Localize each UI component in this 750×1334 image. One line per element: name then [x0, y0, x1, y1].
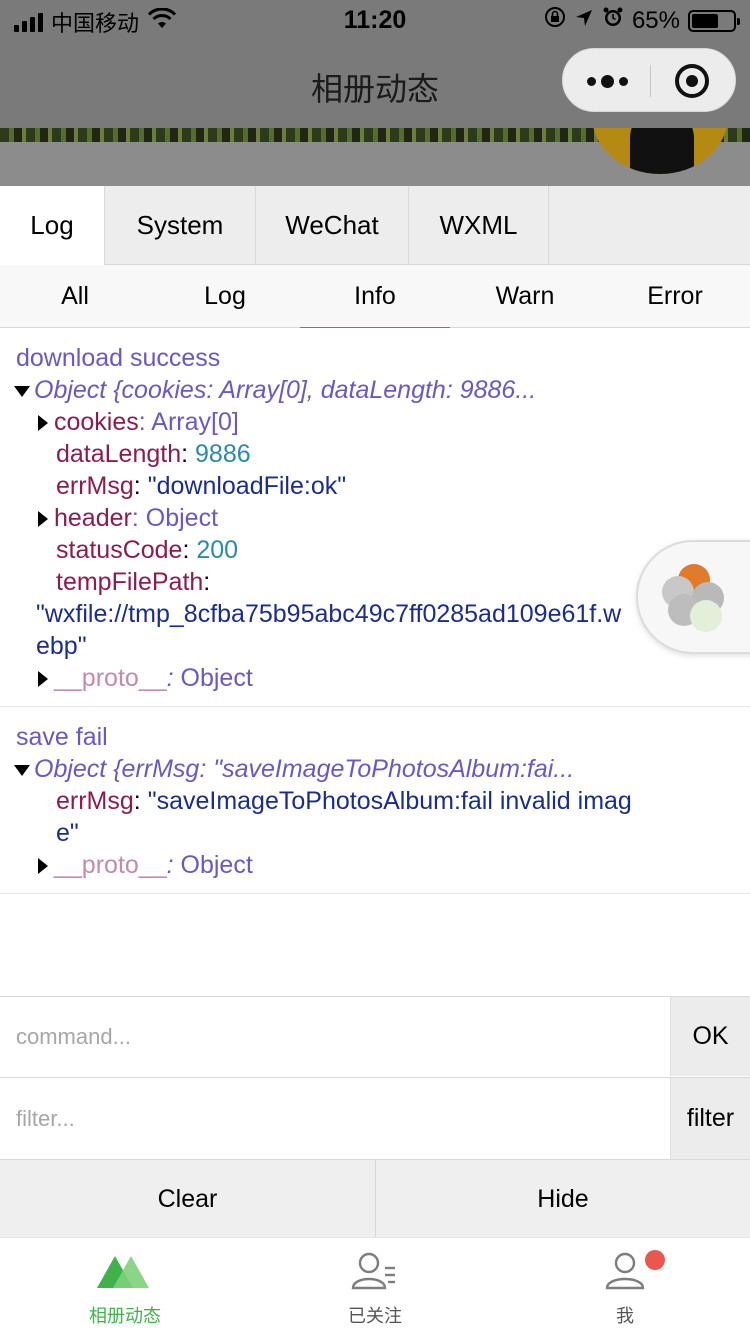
property-key: errMsg — [56, 472, 134, 500]
subtab-log[interactable]: Log — [150, 265, 300, 328]
property-key: header — [54, 504, 132, 532]
property-cookies[interactable]: cookies: Array[0] — [16, 406, 734, 438]
collapsed-triangle-icon[interactable] — [38, 511, 48, 528]
avatar — [592, 128, 728, 174]
log-level-tabs: All Log Info Warn Error — [0, 265, 750, 329]
property-errmsg: errMsg: "saveImageToPhotosAlbum:fail inv… — [16, 785, 636, 849]
log-message: save fail — [16, 723, 108, 751]
filter-input[interactable] — [0, 1078, 670, 1159]
tabbar-label: 相册动态 — [89, 1306, 161, 1327]
property-header[interactable]: header: Object — [16, 502, 734, 534]
object-summary: Object {errMsg: "saveImageToPhotosAlbum:… — [34, 755, 575, 783]
collapsed-triangle-icon[interactable] — [38, 671, 48, 688]
log-message: download success — [16, 344, 221, 372]
command-row: OK — [0, 996, 750, 1076]
mountain-icon — [95, 1248, 155, 1298]
property-colon: : — [166, 851, 181, 879]
property-colon: : — [166, 664, 181, 692]
mini-program-capsule — [562, 48, 736, 112]
more-dots-icon[interactable] — [587, 68, 647, 94]
console-actions: Clear Hide — [0, 1159, 750, 1238]
floating-console-button[interactable] — [636, 540, 750, 654]
object-summary: Object {cookies: Array[0], dataLength: 9… — [34, 376, 537, 404]
filter-button[interactable]: filter — [670, 1078, 750, 1159]
alarm-icon — [602, 6, 624, 35]
property-key: dataLength — [56, 440, 182, 468]
property-key: cookies — [54, 408, 139, 436]
property-value: 9886 — [195, 440, 251, 468]
property-colon: : — [182, 536, 197, 564]
property-key: __proto__ — [54, 664, 167, 692]
expanded-triangle-icon[interactable] — [14, 764, 30, 776]
property-colon: : — [133, 787, 148, 815]
property-errmsg: errMsg: "downloadFile:ok" — [16, 470, 734, 502]
property-key: statusCode — [56, 536, 183, 564]
property-value: "downloadFile:ok" — [147, 472, 347, 500]
property-value: Object — [180, 851, 253, 879]
tab-bar: 相册动态 已关注 我 — [0, 1237, 750, 1334]
tab-system[interactable]: System — [105, 186, 256, 265]
notification-badge — [645, 1250, 665, 1270]
tabbar-label: 我 — [616, 1306, 634, 1327]
log-entry: save fail Object {errMsg: "saveImageToPh… — [0, 707, 750, 894]
property-colon: : — [138, 408, 152, 436]
vconsole-main-tabs: Log System WeChat WXML — [0, 186, 750, 265]
location-arrow-icon — [574, 7, 594, 35]
property-value: Object — [180, 664, 253, 692]
clear-button[interactable]: Clear — [0, 1160, 375, 1238]
navigation-bar: 相册动态 — [0, 40, 750, 128]
property-colon: : — [203, 568, 211, 596]
property-tempfilepath: tempFilePath: — [16, 566, 734, 598]
log-list[interactable]: download success Object {cookies: Array[… — [0, 328, 750, 996]
tab-wechat[interactable]: WeChat — [256, 186, 409, 265]
property-value: Object — [145, 504, 219, 532]
tab-wxml[interactable]: WXML — [409, 186, 549, 265]
capsule-divider — [650, 65, 651, 97]
collapsed-triangle-icon[interactable] — [38, 415, 48, 432]
property-colon: : — [181, 440, 196, 468]
collapsed-triangle-icon[interactable] — [38, 858, 48, 875]
subtab-all[interactable]: All — [0, 265, 150, 328]
tab-log[interactable]: Log — [0, 186, 105, 265]
command-input[interactable] — [0, 997, 670, 1076]
tabbar-label: 已关注 — [348, 1306, 402, 1327]
status-bar: 中国移动 11:20 65% — [0, 0, 750, 40]
property-value: "wxfile://tmp_8cfba75b95abc49c7ff0285ad1… — [36, 600, 622, 660]
lock-rotation-icon — [544, 6, 566, 35]
log-entry: download success Object {cookies: Array[… — [0, 328, 750, 707]
hide-button[interactable]: Hide — [375, 1160, 750, 1238]
subtab-error[interactable]: Error — [600, 265, 750, 328]
property-key: tempFilePath — [56, 568, 204, 596]
ok-button[interactable]: OK — [670, 997, 750, 1076]
expanded-triangle-icon[interactable] — [14, 385, 30, 397]
subtab-info[interactable]: Info — [300, 265, 450, 329]
tabbar-item-following[interactable]: 已关注 — [250, 1238, 500, 1334]
tabbar-item-me[interactable]: 我 — [500, 1238, 750, 1334]
property-key: __proto__ — [54, 851, 167, 879]
filter-row: filter — [0, 1077, 750, 1159]
user-list-icon — [345, 1248, 405, 1298]
property-colon: : — [133, 472, 148, 500]
page-banner — [0, 128, 750, 186]
property-value: 200 — [196, 536, 239, 564]
property-statuscode: statusCode: 200 — [16, 534, 734, 566]
object-summary-row[interactable]: Object {errMsg: "saveImageToPhotosAlbum:… — [14, 753, 734, 785]
battery-icon — [688, 9, 740, 32]
property-colon: : — [131, 504, 146, 532]
property-value: Array[0] — [151, 408, 239, 436]
target-circle-icon[interactable] — [675, 64, 709, 98]
property-datalength: dataLength: 9886 — [16, 438, 734, 470]
battery-percent: 65% — [631, 6, 680, 34]
property-key: errMsg — [56, 787, 134, 815]
property-proto[interactable]: __proto__: Object — [16, 662, 734, 694]
object-summary-row[interactable]: Object {cookies: Array[0], dataLength: 9… — [14, 374, 734, 406]
subtab-warn[interactable]: Warn — [450, 265, 600, 328]
tabbar-item-album[interactable]: 相册动态 — [0, 1238, 250, 1334]
property-proto[interactable]: __proto__: Object — [16, 849, 734, 881]
